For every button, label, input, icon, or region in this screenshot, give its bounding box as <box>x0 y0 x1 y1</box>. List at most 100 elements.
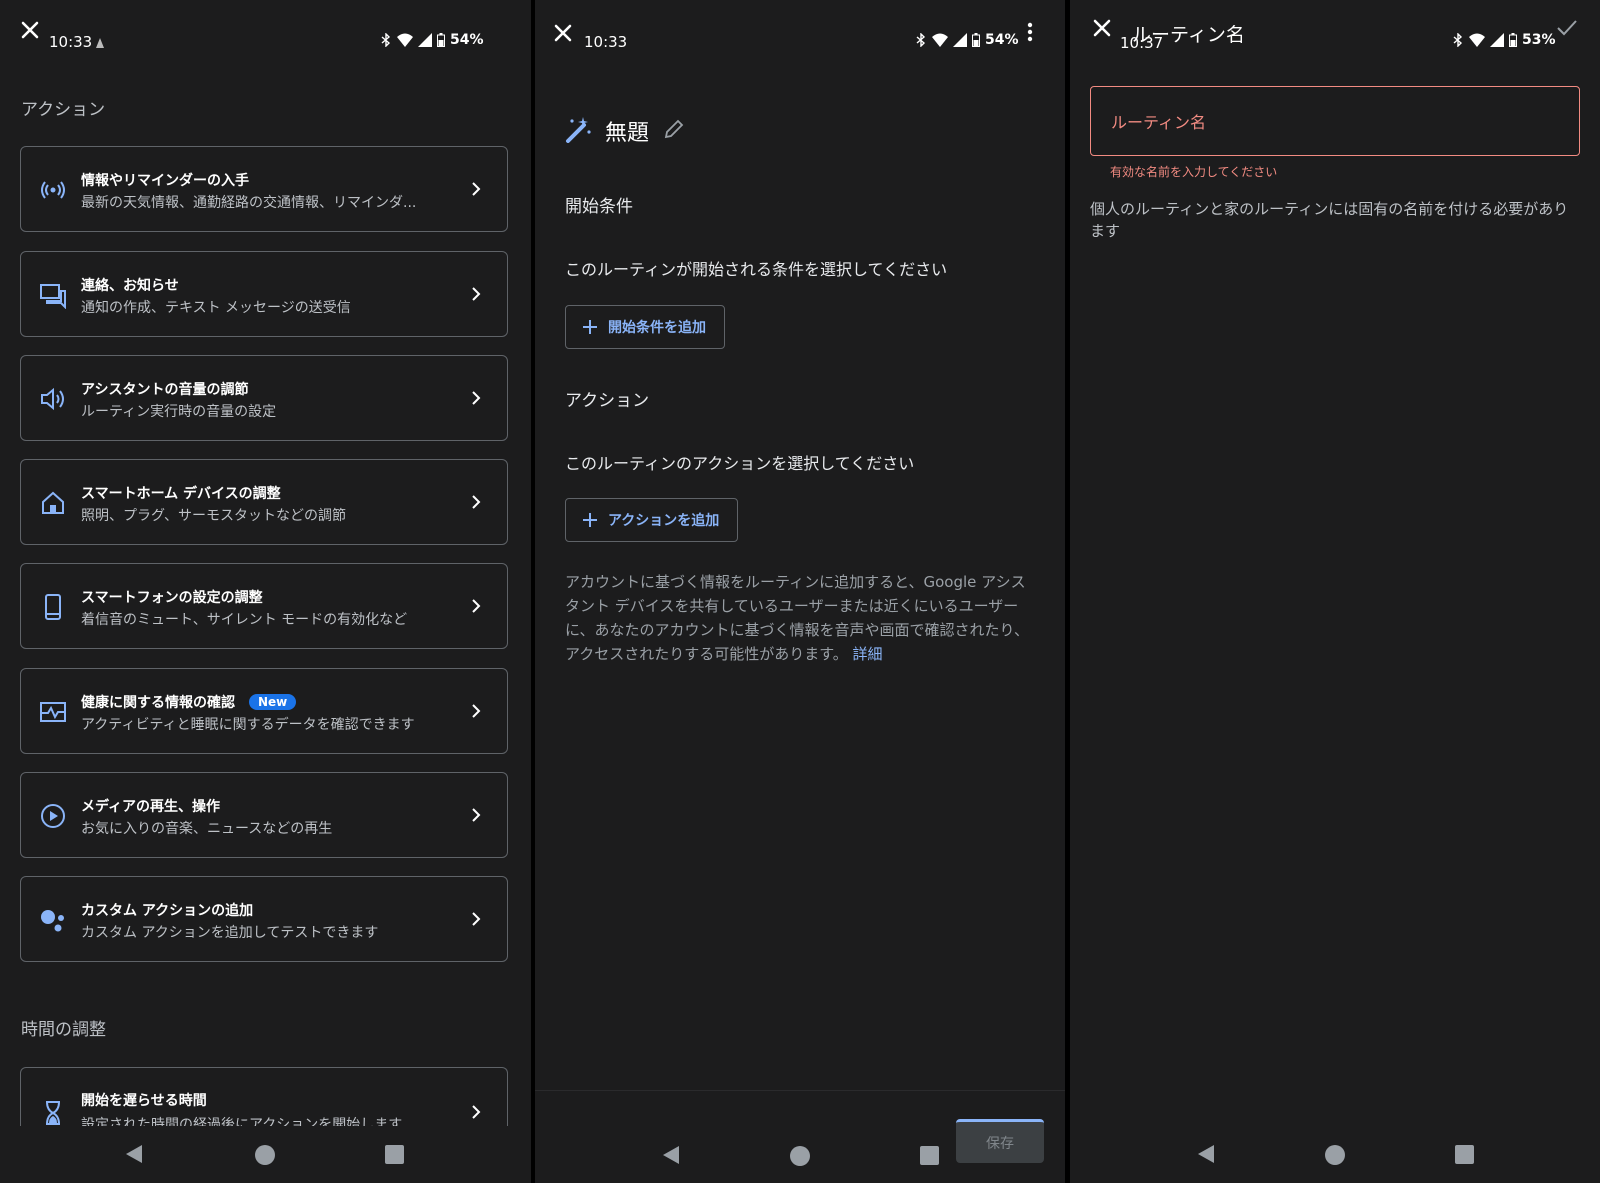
wifi-icon <box>932 33 948 47</box>
more-vert-icon[interactable] <box>1027 22 1033 42</box>
card-subtitle: 最新の天気情報、通勤経路の交通情報、リマインダ... <box>81 195 417 211</box>
battery-level: 54% <box>985 32 1019 48</box>
health-monitor-icon <box>40 702 66 722</box>
bluetooth-icon <box>916 33 926 47</box>
navigation-bar <box>1070 1126 1600 1183</box>
check-icon[interactable] <box>1556 18 1578 38</box>
details-link[interactable]: 詳細 <box>853 645 883 663</box>
chevron-right-icon <box>472 599 481 613</box>
card-custom-action[interactable]: カスタム アクションの追加 カスタム アクションを追加してテストできます <box>20 876 508 962</box>
home-icon <box>42 491 64 514</box>
start-conditions-description: このルーティンが開始される条件を選択してください <box>565 260 948 279</box>
chevron-right-icon <box>472 808 481 822</box>
close-icon[interactable] <box>549 19 577 47</box>
hourglass-icon <box>46 1101 60 1125</box>
card-subtitle: アクティビティと睡眠に関するデータを確認できます <box>81 717 415 733</box>
section-actions-label: アクション <box>21 100 106 120</box>
card-title: スマートフォンの設定の調整 <box>81 590 263 606</box>
signal-icon <box>1490 33 1504 47</box>
add-start-condition-label: 開始条件を追加 <box>608 320 706 336</box>
chevron-right-icon <box>472 1105 481 1119</box>
status-bar-right: 54% <box>915 32 1019 48</box>
recents-icon[interactable] <box>920 1146 939 1165</box>
battery-level: 54% <box>450 32 484 48</box>
card-smart-home[interactable]: スマートホーム デバイスの調整 照明、プラグ、サーモスタットなどの調節 <box>20 459 508 545</box>
chevron-right-icon <box>472 912 481 926</box>
card-subtitle: 着信音のミュート、サイレント モードの有効化など <box>81 612 408 628</box>
wifi-icon <box>1469 33 1485 47</box>
edit-pencil-icon[interactable] <box>663 118 685 140</box>
back-icon[interactable] <box>661 1145 681 1165</box>
chevron-right-icon <box>472 495 481 509</box>
battery-icon <box>437 33 445 47</box>
disclaimer-text: アカウントに基づく情報をルーティンに追加すると、Google アシスタント デバ… <box>565 573 1029 663</box>
start-conditions-heading: 開始条件 <box>565 197 633 217</box>
add-action-button[interactable]: アクションを追加 <box>565 498 739 542</box>
card-title: アシスタントの音量の調節 <box>81 382 249 398</box>
card-subtitle: 設定された時間の経過後にアクションを開始します <box>81 1117 403 1126</box>
plus-icon <box>583 513 597 527</box>
card-subtitle: ルーティン実行時の音量の設定 <box>81 404 277 420</box>
card-health-info[interactable]: 健康に関する情報の確認 New アクティビティと睡眠に関するデータを確認できます <box>20 668 508 754</box>
battery-icon <box>1509 33 1517 47</box>
notification-icon <box>96 38 104 48</box>
error-message: 有効な名前を入力してください <box>1110 165 1278 179</box>
card-title: 情報やリマインダーの入手 <box>81 173 249 189</box>
card-phone-settings[interactable]: スマートフォンの設定の調整 着信音のミュート、サイレント モードの有効化など <box>20 563 508 649</box>
chevron-right-icon <box>472 287 481 301</box>
status-bar-right: 53% <box>1452 32 1556 48</box>
status-time: 10:37 <box>1120 34 1164 52</box>
routine-name-panel: ルーティン名 10:37 53% 有効な名前を入力してください 個人のルーティン… <box>1070 0 1600 1183</box>
chevron-right-icon <box>472 704 481 718</box>
home-nav-icon[interactable] <box>1324 1144 1346 1166</box>
home-nav-icon[interactable] <box>254 1144 276 1166</box>
add-start-condition-button[interactable]: 開始条件を追加 <box>565 305 725 349</box>
chat-icon <box>40 284 66 309</box>
home-nav-icon[interactable] <box>789 1145 811 1167</box>
battery-icon <box>972 33 980 47</box>
section-time-label: 時間の調整 <box>21 1020 106 1040</box>
status-bar-right: 54% <box>380 32 484 48</box>
chevron-right-icon <box>472 391 481 405</box>
volume-icon <box>41 387 64 411</box>
routine-name-input[interactable] <box>1109 87 1563 157</box>
broadcast-icon <box>41 181 65 199</box>
card-title: 健康に関する情報の確認 New <box>81 692 297 712</box>
card-title: 開始を遅らせる時間 <box>81 1093 207 1109</box>
routine-title: 無題 <box>605 121 650 146</box>
close-icon[interactable] <box>1088 14 1116 42</box>
status-time: 10:33 <box>584 33 628 51</box>
card-info-reminders[interactable]: 情報やリマインダーの入手 最新の天気情報、通勤経路の交通情報、リマインダ... <box>20 146 508 232</box>
back-icon[interactable] <box>124 1144 144 1164</box>
back-icon[interactable] <box>1196 1144 1216 1164</box>
card-title: カスタム アクションの追加 <box>81 903 254 919</box>
routine-name-field[interactable] <box>1090 86 1580 157</box>
save-button[interactable]: 保存 <box>956 1119 1044 1163</box>
card-title: メディアの再生、操作 <box>81 799 221 815</box>
assistant-dots-icon <box>41 910 64 932</box>
bluetooth-icon <box>1453 33 1463 47</box>
routine-editor-panel: 10:33 54% 無題 開始条件 このルーティンが開始される条件を選択してくだ… <box>535 0 1065 1183</box>
card-subtitle: 照明、プラグ、サーモスタットなどの調節 <box>81 508 347 524</box>
card-subtitle: お気に入りの音楽、ニュースなどの再生 <box>81 821 333 837</box>
bottom-bar: 保存 <box>535 1090 1065 1183</box>
recents-icon[interactable] <box>385 1145 404 1164</box>
navigation-bar <box>0 1126 531 1183</box>
account-disclaimer: アカウントに基づく情報をルーティンに追加すると、Google アシスタント デバ… <box>565 570 1035 666</box>
magic-wand-icon <box>566 117 591 143</box>
chevron-right-icon <box>472 182 481 196</box>
signal-icon <box>418 33 432 47</box>
signal-icon <box>953 33 967 47</box>
close-icon[interactable] <box>16 16 44 44</box>
card-title: 連絡、お知らせ <box>81 278 179 294</box>
battery-level: 53% <box>1522 32 1556 48</box>
bluetooth-icon <box>381 33 391 47</box>
play-circle-icon <box>41 804 65 828</box>
card-assistant-volume[interactable]: アシスタントの音量の調節 ルーティン実行時の音量の設定 <box>20 355 508 441</box>
smartphone-icon <box>45 594 61 620</box>
card-media[interactable]: メディアの再生、操作 お気に入りの音楽、ニュースなどの再生 <box>20 772 508 858</box>
card-communication[interactable]: 連絡、お知らせ 通知の作成、テキスト メッセージの送受信 <box>20 251 508 337</box>
card-subtitle: カスタム アクションを追加してテストできます <box>81 925 379 941</box>
actions-panel: 10:33 54% アクション 情報やリマインダーの入手 最新の天気情報、通勤経… <box>0 0 531 1183</box>
recents-icon[interactable] <box>1455 1145 1474 1164</box>
